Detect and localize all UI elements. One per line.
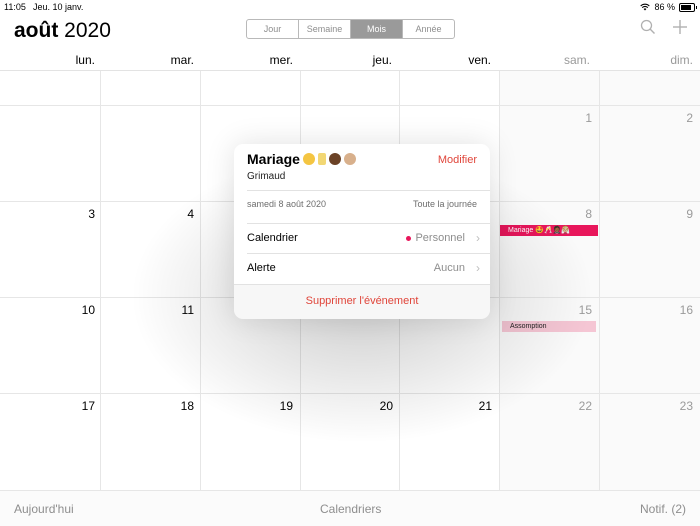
event-title: Mariage	[247, 151, 356, 167]
weekday-sun: dim.	[670, 53, 693, 67]
weekday-thu: jeu.	[372, 53, 392, 67]
battery-percent: 86 %	[654, 2, 675, 12]
day-cell-15[interactable]: 15	[562, 303, 592, 317]
weekday-mon: lun.	[75, 53, 95, 67]
grid-line	[599, 71, 600, 490]
day-cell-2[interactable]: 2	[663, 111, 693, 125]
year: 2020	[64, 19, 111, 42]
notifications-button[interactable]: Notif. (2)	[640, 502, 686, 516]
calendar-value-text: Personnel	[415, 232, 465, 244]
month-name: août	[14, 19, 59, 42]
day-cell-16[interactable]: 16	[663, 303, 693, 317]
divider	[247, 253, 490, 254]
day-cell-9[interactable]: 9	[663, 207, 693, 221]
tab-week[interactable]: Semaine	[299, 20, 351, 38]
day-cell-20[interactable]: 20	[363, 399, 393, 413]
grid-line	[100, 71, 101, 490]
tab-day[interactable]: Jour	[247, 20, 299, 38]
divider	[247, 190, 490, 191]
status-date: Jeu. 10 janv.	[33, 2, 84, 12]
champagne-emoji-icon	[317, 153, 326, 165]
grid-line	[200, 71, 201, 490]
grid-line	[0, 393, 700, 394]
calendar-header: août 2020 Jour Semaine Mois Année	[0, 14, 700, 46]
day-cell-22[interactable]: 22	[562, 399, 592, 413]
weekday-fri: ven.	[468, 53, 491, 67]
status-time: 11:05	[4, 2, 26, 12]
edit-button[interactable]: Modifier	[438, 154, 477, 166]
day-cell-11[interactable]: 11	[164, 303, 194, 317]
calendars-button[interactable]: Calendriers	[320, 502, 381, 516]
event-location: Grimaud	[247, 171, 286, 182]
grid-line	[0, 105, 700, 106]
weekday-wed: mer.	[269, 53, 293, 67]
star-struck-emoji-icon	[302, 153, 315, 165]
tab-year[interactable]: Année	[403, 20, 454, 38]
event-title-text: Mariage	[247, 151, 300, 167]
groom-emoji-icon	[328, 153, 341, 165]
delete-event-button[interactable]: Supprimer l'événement	[234, 295, 490, 307]
weekday-header: lun. mar. mer. jeu. ven. sam. dim.	[0, 50, 700, 71]
chevron-right-icon: ›	[476, 231, 480, 245]
calendar-label: Calendrier	[247, 232, 298, 244]
calendar-value: Personnel	[406, 232, 465, 244]
event-mariage[interactable]: Mariage 🤩🥂🤵🏾👰🏼	[500, 225, 598, 236]
event-assomption[interactable]: Assomption	[502, 321, 596, 332]
plus-icon[interactable]	[672, 19, 688, 35]
day-cell-19[interactable]: 19	[263, 399, 293, 413]
search-icon[interactable]	[640, 19, 656, 35]
event-popover: Mariage Grimaud Modifier samedi 8 août 2…	[234, 144, 490, 319]
calendar-color-dot	[406, 235, 412, 241]
bride-emoji-icon	[343, 153, 356, 165]
tab-month[interactable]: Mois	[351, 20, 403, 38]
grid-line	[499, 71, 500, 490]
delete-event-area: Supprimer l'événement	[234, 284, 490, 319]
day-cell-21[interactable]: 21	[462, 399, 492, 413]
day-cell-17[interactable]: 17	[65, 399, 95, 413]
alert-value: Aucun	[433, 262, 465, 274]
day-cell-4[interactable]: 4	[164, 207, 194, 221]
month-title: août 2020	[14, 19, 111, 43]
day-cell-23[interactable]: 23	[663, 399, 693, 413]
view-switcher: Jour Semaine Mois Année	[246, 19, 455, 39]
day-cell-10[interactable]: 10	[65, 303, 95, 317]
wifi-icon	[640, 3, 651, 11]
battery-icon	[679, 2, 697, 12]
event-all-day: Toute la journée	[412, 199, 477, 209]
day-cell-1[interactable]: 1	[562, 111, 592, 125]
weekend-shade	[500, 71, 700, 490]
chevron-right-icon: ›	[476, 261, 480, 275]
weekday-sat: sam.	[563, 53, 590, 67]
event-date: samedi 8 août 2020	[247, 199, 327, 209]
alert-label: Alerte	[247, 262, 276, 274]
bottom-toolbar: Aujourd'hui Calendriers Notif. (2)	[0, 490, 700, 526]
day-cell-3[interactable]: 3	[65, 207, 95, 221]
weekday-tue: mar.	[170, 53, 194, 67]
day-cell-18[interactable]: 18	[164, 399, 194, 413]
day-cell-8[interactable]: 8	[562, 207, 592, 221]
today-button[interactable]: Aujourd'hui	[14, 502, 74, 516]
status-bar: 11:05 Jeu. 10 janv. 86 %	[0, 0, 700, 14]
divider	[247, 223, 490, 224]
status-right: 86 %	[640, 2, 697, 12]
